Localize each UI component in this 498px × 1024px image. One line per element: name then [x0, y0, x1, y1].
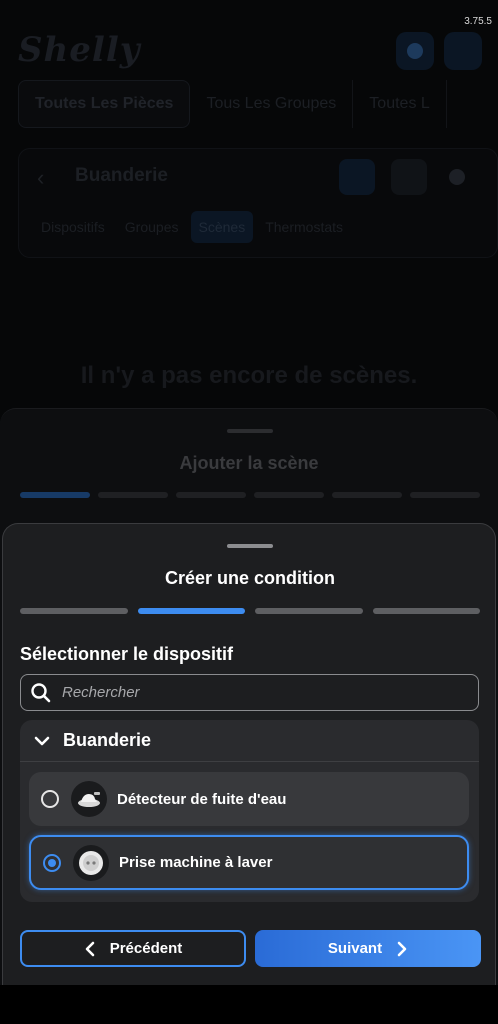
drag-handle[interactable]: [227, 429, 273, 433]
clock-button[interactable]: [439, 159, 475, 195]
version-label: 3.75.5: [464, 16, 492, 27]
chevron-left-icon: [85, 941, 95, 956]
step-indicator: [332, 492, 402, 498]
section-title: Sélectionner le dispositif: [20, 644, 234, 664]
system-navigation-bar: [0, 985, 498, 1024]
room-tabs: Toutes Les Pièces Tous Les Groupes Toute…: [18, 80, 498, 128]
step-indicator: [255, 608, 363, 614]
header-action-button[interactable]: [396, 32, 434, 70]
room-title: Buanderie: [75, 165, 168, 186]
chevron-down-icon: [34, 736, 50, 745]
subtab-thermostats[interactable]: Thermostats: [257, 211, 351, 243]
scene-stepper: [20, 492, 480, 498]
chevron-right-icon: [397, 941, 407, 956]
step-indicator: [20, 492, 90, 498]
drag-handle[interactable]: [227, 544, 273, 548]
previous-label: Précédent: [109, 940, 183, 957]
search-icon: [31, 682, 51, 702]
device-item-leak-detector[interactable]: Détecteur de fuite d'eau: [29, 772, 469, 826]
empty-scenes-message: Il n'y a pas encore de scènes.: [80, 362, 418, 389]
room-group-buanderie: Buanderie Détecteur de fuite d'eau Prise…: [20, 720, 479, 902]
subtab-devices[interactable]: Dispositifs: [33, 211, 113, 243]
leak-sensor-icon: [71, 781, 107, 817]
plug-icon: [73, 844, 109, 881]
condition-stepper: [20, 608, 480, 614]
device-item-washing-machine-plug[interactable]: Prise machine à laver: [29, 835, 469, 890]
edit-button[interactable]: [391, 159, 427, 195]
step-indicator-active: [137, 608, 245, 614]
tab-all-rooms[interactable]: Toutes Les Pièces: [18, 80, 191, 128]
header-menu-button[interactable]: [444, 32, 482, 70]
radio-button[interactable]: [41, 790, 59, 808]
next-label: Suivant: [327, 940, 383, 957]
step-indicator: [410, 492, 480, 498]
step-indicator: [176, 492, 246, 498]
settings-icon: [407, 43, 423, 59]
radio-button-selected[interactable]: [43, 853, 61, 872]
device-label: Prise machine à laver: [119, 854, 273, 871]
step-indicator: [20, 608, 128, 614]
back-arrow-icon[interactable]: ‹: [37, 165, 44, 191]
sheet-title: Créer une condition: [164, 568, 335, 588]
create-condition-sheet: Créer une condition Sélectionner le disp…: [2, 523, 496, 985]
step-indicator: [372, 608, 480, 614]
next-button[interactable]: Suivant: [255, 930, 481, 967]
subtab-groups[interactable]: Groupes: [117, 211, 187, 243]
previous-button[interactable]: Précédent: [20, 930, 246, 967]
sheet-title: Ajouter la scène: [179, 453, 319, 473]
clock-icon: [449, 169, 465, 185]
step-indicator: [98, 492, 168, 498]
device-label: Détecteur de fuite d'eau: [117, 790, 287, 808]
subtab-scenes[interactable]: Scènes: [190, 211, 254, 243]
room-card: ‹ Buanderie Dispositifs Groupes Scènes T…: [18, 148, 498, 258]
add-button[interactable]: [339, 159, 375, 195]
shelly-logo: Shelly: [18, 30, 141, 70]
tab-all-devices[interactable]: Toutes L: [353, 80, 447, 128]
step-indicator: [254, 492, 324, 498]
group-name: Buanderie: [63, 730, 152, 750]
search-input[interactable]: [52, 675, 478, 710]
room-subtabs: Dispositifs Groupes Scènes Thermostats: [33, 211, 351, 243]
search-box: [20, 674, 479, 711]
tab-all-groups[interactable]: Tous Les Groupes: [190, 80, 354, 128]
group-header[interactable]: Buanderie: [20, 720, 479, 762]
